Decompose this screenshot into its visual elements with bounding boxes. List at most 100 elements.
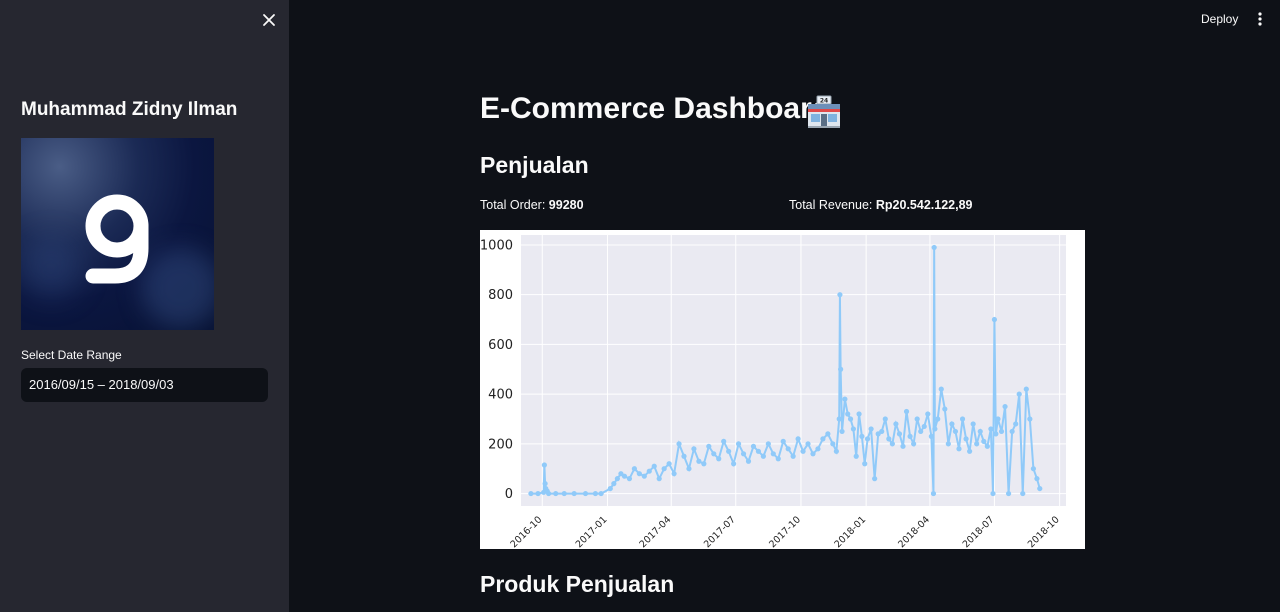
data-point <box>932 426 938 432</box>
svg-text:24: 24 <box>820 98 828 105</box>
data-point <box>541 462 547 468</box>
data-point <box>825 431 831 437</box>
section-heading-produk-penjualan: Produk Penjualan <box>480 571 675 597</box>
deploy-button[interactable]: Deploy <box>1195 10 1244 28</box>
data-point <box>893 421 899 427</box>
data-point <box>1023 386 1029 392</box>
daily-orders-chart-svg: 0 200 400 600 800 1000 2016-10 2017-01 2017-04 20… <box>480 235 1066 550</box>
y-tick-label: 200 <box>488 437 513 452</box>
data-point <box>535 490 541 497</box>
data-point <box>582 490 589 497</box>
total-revenue-metric: Total Revenue: Rp20.542.122,89 <box>789 198 972 212</box>
x-tick-label: 2018-04 <box>896 514 932 549</box>
data-point <box>592 490 599 497</box>
total-revenue-label: Total Revenue: <box>789 198 873 212</box>
data-point <box>686 466 692 472</box>
x-tick-label: 2018-10 <box>1026 514 1062 549</box>
data-point <box>903 408 910 415</box>
data-point <box>928 433 934 439</box>
data-point <box>571 490 577 497</box>
data-point <box>745 458 752 464</box>
data-point <box>805 441 811 447</box>
data-point <box>810 451 816 457</box>
data-point <box>656 476 662 482</box>
data-point <box>900 443 906 449</box>
data-point <box>837 292 843 298</box>
data-point <box>959 416 966 422</box>
data-point <box>942 406 948 412</box>
data-point <box>845 411 851 417</box>
data-point <box>785 446 791 452</box>
data-point <box>765 441 771 447</box>
data-point <box>931 244 937 251</box>
data-point <box>706 443 712 449</box>
data-point <box>646 468 652 474</box>
data-point <box>842 396 848 402</box>
data-point <box>636 471 642 477</box>
plot-area <box>521 235 1066 506</box>
x-tick-label: 2017-04 <box>638 514 674 549</box>
close-sidebar-button[interactable] <box>259 10 279 30</box>
data-point <box>641 473 647 479</box>
data-point <box>856 411 862 417</box>
data-point <box>925 411 931 417</box>
date-range-label: Select Date Range <box>21 348 122 362</box>
total-order-metric: Total Order: 99280 <box>480 198 584 212</box>
data-point <box>711 451 717 457</box>
data-point <box>598 490 604 497</box>
data-point <box>528 490 534 497</box>
data-point <box>836 416 842 422</box>
data-point <box>868 426 874 432</box>
data-point <box>731 461 737 467</box>
data-point <box>701 461 707 467</box>
data-point <box>1016 391 1022 397</box>
y-tick-label: 1000 <box>480 238 513 253</box>
data-point <box>614 476 620 482</box>
daily-orders-chart: 0 200 400 600 800 1000 2016-10 2017-01 2017-04 20… <box>480 230 1085 550</box>
data-point <box>921 423 927 430</box>
data-point <box>1013 421 1019 427</box>
data-point <box>886 436 892 442</box>
close-icon <box>263 14 275 26</box>
data-point <box>882 416 888 422</box>
data-point <box>721 438 727 444</box>
x-tick-label: 2017-01 <box>574 514 610 549</box>
data-point <box>930 490 937 497</box>
data-point <box>1034 476 1040 482</box>
data-point <box>938 386 944 392</box>
data-point <box>800 448 806 454</box>
data-point <box>838 366 844 372</box>
data-point <box>914 416 920 422</box>
data-point <box>984 443 990 449</box>
data-point <box>651 463 657 469</box>
main-menu-button[interactable] <box>1252 10 1268 28</box>
data-point <box>631 466 637 472</box>
data-point <box>553 490 559 497</box>
data-point <box>561 490 567 497</box>
data-point <box>850 426 856 432</box>
date-range-input[interactable]: 2016/09/15 – 2018/09/03 <box>21 368 268 402</box>
data-point <box>970 421 976 427</box>
data-point <box>956 446 962 452</box>
data-point <box>839 428 845 435</box>
data-point <box>995 416 1001 422</box>
data-point <box>696 458 702 464</box>
y-tick-label: 0 <box>505 487 513 502</box>
g-logo-icon <box>85 194 149 284</box>
data-point <box>750 443 757 449</box>
data-point <box>671 471 677 477</box>
data-point <box>1030 466 1036 472</box>
data-point <box>815 446 821 452</box>
data-point <box>872 476 878 482</box>
data-point <box>1002 403 1008 410</box>
data-point <box>990 490 996 497</box>
data-point <box>889 441 895 447</box>
page-title: E-Commerce Dashboard <box>480 92 831 125</box>
data-point <box>770 451 776 457</box>
data-point <box>896 431 903 437</box>
data-point <box>1009 428 1015 435</box>
data-point <box>755 448 762 454</box>
data-point <box>974 441 980 447</box>
data-point <box>991 316 998 323</box>
data-point <box>988 426 994 432</box>
